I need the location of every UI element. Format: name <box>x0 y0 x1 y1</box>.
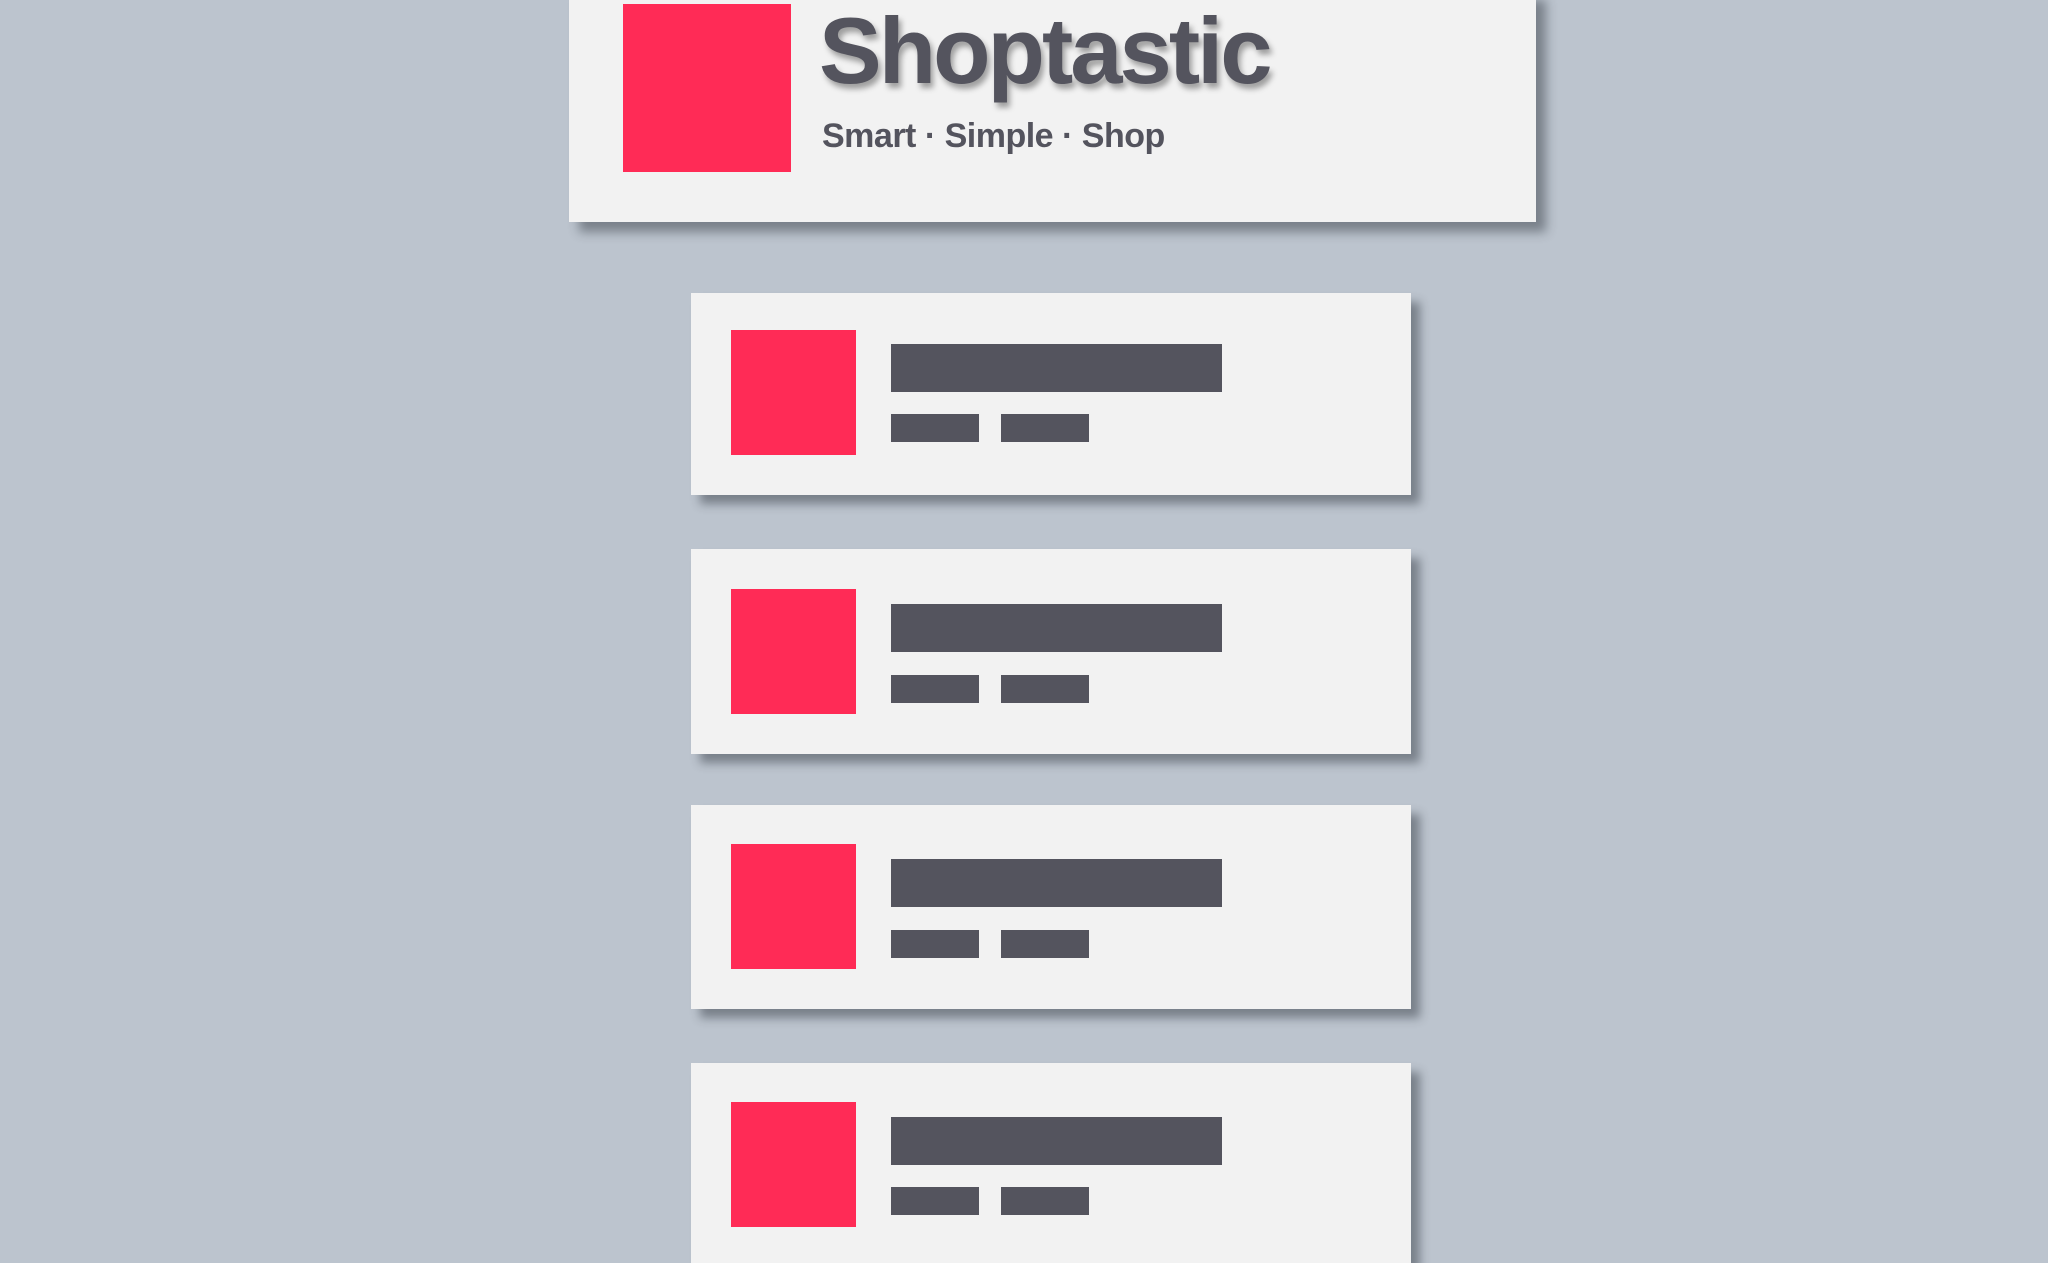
logo-square <box>623 4 791 172</box>
product-meta-placeholder <box>1001 414 1089 442</box>
product-meta-placeholder <box>1001 1187 1089 1215</box>
product-title-placeholder <box>891 604 1222 652</box>
list-item[interactable] <box>691 549 1411 754</box>
tagline: Smart · Simple · Shop <box>822 117 1165 155</box>
product-meta-placeholder <box>1001 675 1089 703</box>
product-meta-placeholder <box>891 675 979 703</box>
product-meta-placeholder <box>891 930 979 958</box>
product-thumbnail-placeholder <box>731 844 856 969</box>
product-meta-placeholder <box>891 1187 979 1215</box>
product-title-placeholder <box>891 1117 1222 1165</box>
list-item[interactable] <box>691 805 1411 1009</box>
product-meta-placeholder <box>1001 930 1089 958</box>
product-meta-placeholder <box>891 414 979 442</box>
list-item[interactable] <box>691 1063 1411 1263</box>
product-thumbnail-placeholder <box>731 330 856 455</box>
list-item[interactable] <box>691 293 1411 495</box>
product-thumbnail-placeholder <box>731 1102 856 1227</box>
product-title-placeholder <box>891 344 1222 392</box>
product-thumbnail-placeholder <box>731 589 856 714</box>
product-title-placeholder <box>891 859 1222 907</box>
header-card: Shoptastic Smart · Simple · Shop <box>569 0 1536 222</box>
brand-name: Shoptastic <box>819 0 1273 103</box>
